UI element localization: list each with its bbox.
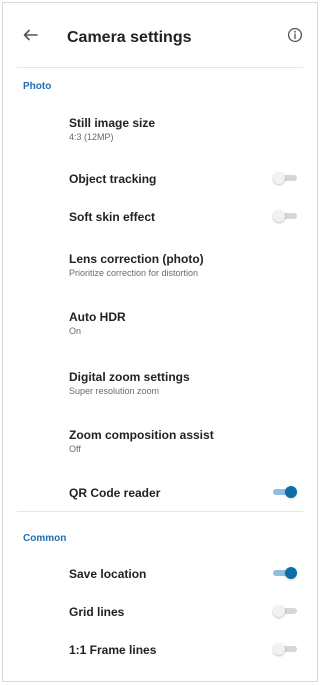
- setting-soft-skin-effect[interactable]: Soft skin effect: [69, 210, 297, 224]
- setting-label: Lens correction (photo): [69, 252, 204, 266]
- setting-lens-correction[interactable]: Lens correction (photo) Prioritize corre…: [69, 252, 297, 278]
- toggle-knob: [273, 605, 285, 617]
- setting-label: Still image size: [69, 116, 156, 130]
- setting-object-tracking[interactable]: Object tracking: [69, 172, 297, 186]
- setting-label: QR Code reader: [69, 486, 161, 500]
- setting-frame-lines[interactable]: 1:1 Frame lines: [69, 643, 297, 657]
- setting-grid-lines[interactable]: Grid lines: [69, 605, 297, 619]
- toggle-knob: [285, 567, 297, 579]
- setting-zoom-composition-assist[interactable]: Zoom composition assist Off: [69, 428, 297, 454]
- frame-lines-toggle[interactable]: [273, 643, 297, 655]
- toggle-knob: [273, 210, 285, 222]
- setting-value: Off: [69, 444, 81, 454]
- setting-still-image-size[interactable]: Still image size 4:3 (12MP): [69, 116, 297, 142]
- toggle-knob: [285, 486, 297, 498]
- page-title: Camera settings: [67, 29, 192, 46]
- setting-qr-code-reader[interactable]: QR Code reader: [69, 486, 297, 500]
- setting-value: Super resolution zoom: [69, 386, 160, 396]
- grid-lines-toggle[interactable]: [273, 605, 297, 617]
- setting-label: 1:1 Frame lines: [69, 643, 157, 657]
- info-icon[interactable]: [287, 27, 303, 43]
- setting-label: Object tracking: [69, 172, 157, 186]
- setting-label: Soft skin effect: [69, 210, 156, 224]
- setting-label: Digital zoom settings: [69, 370, 190, 384]
- setting-digital-zoom[interactable]: Digital zoom settings Super resolution z…: [69, 370, 297, 396]
- save-location-toggle[interactable]: [273, 567, 297, 579]
- toggle-knob: [273, 643, 285, 655]
- qr-code-reader-toggle[interactable]: [273, 486, 297, 498]
- setting-label: Grid lines: [69, 605, 125, 619]
- settings-screen: Camera settings Photo Still image size 4…: [2, 2, 318, 682]
- section-header-common: Common: [23, 533, 67, 544]
- setting-save-location[interactable]: Save location: [69, 567, 297, 581]
- object-tracking-toggle[interactable]: [273, 172, 297, 184]
- setting-label: Save location: [69, 567, 147, 581]
- app-bar: Camera settings: [3, 3, 317, 63]
- setting-auto-hdr[interactable]: Auto HDR On: [69, 310, 297, 336]
- divider: [17, 67, 303, 68]
- divider: [17, 511, 303, 512]
- setting-value: On: [69, 326, 82, 336]
- setting-label: Zoom composition assist: [69, 428, 214, 442]
- setting-label: Auto HDR: [69, 310, 126, 324]
- setting-value: 4:3 (12MP): [69, 132, 114, 142]
- toggle-knob: [273, 172, 285, 184]
- soft-skin-effect-toggle[interactable]: [273, 210, 297, 222]
- setting-value: Prioritize correction for distortion: [69, 268, 199, 278]
- arrow-left-icon[interactable]: [21, 26, 39, 44]
- section-header-photo: Photo: [23, 81, 52, 92]
